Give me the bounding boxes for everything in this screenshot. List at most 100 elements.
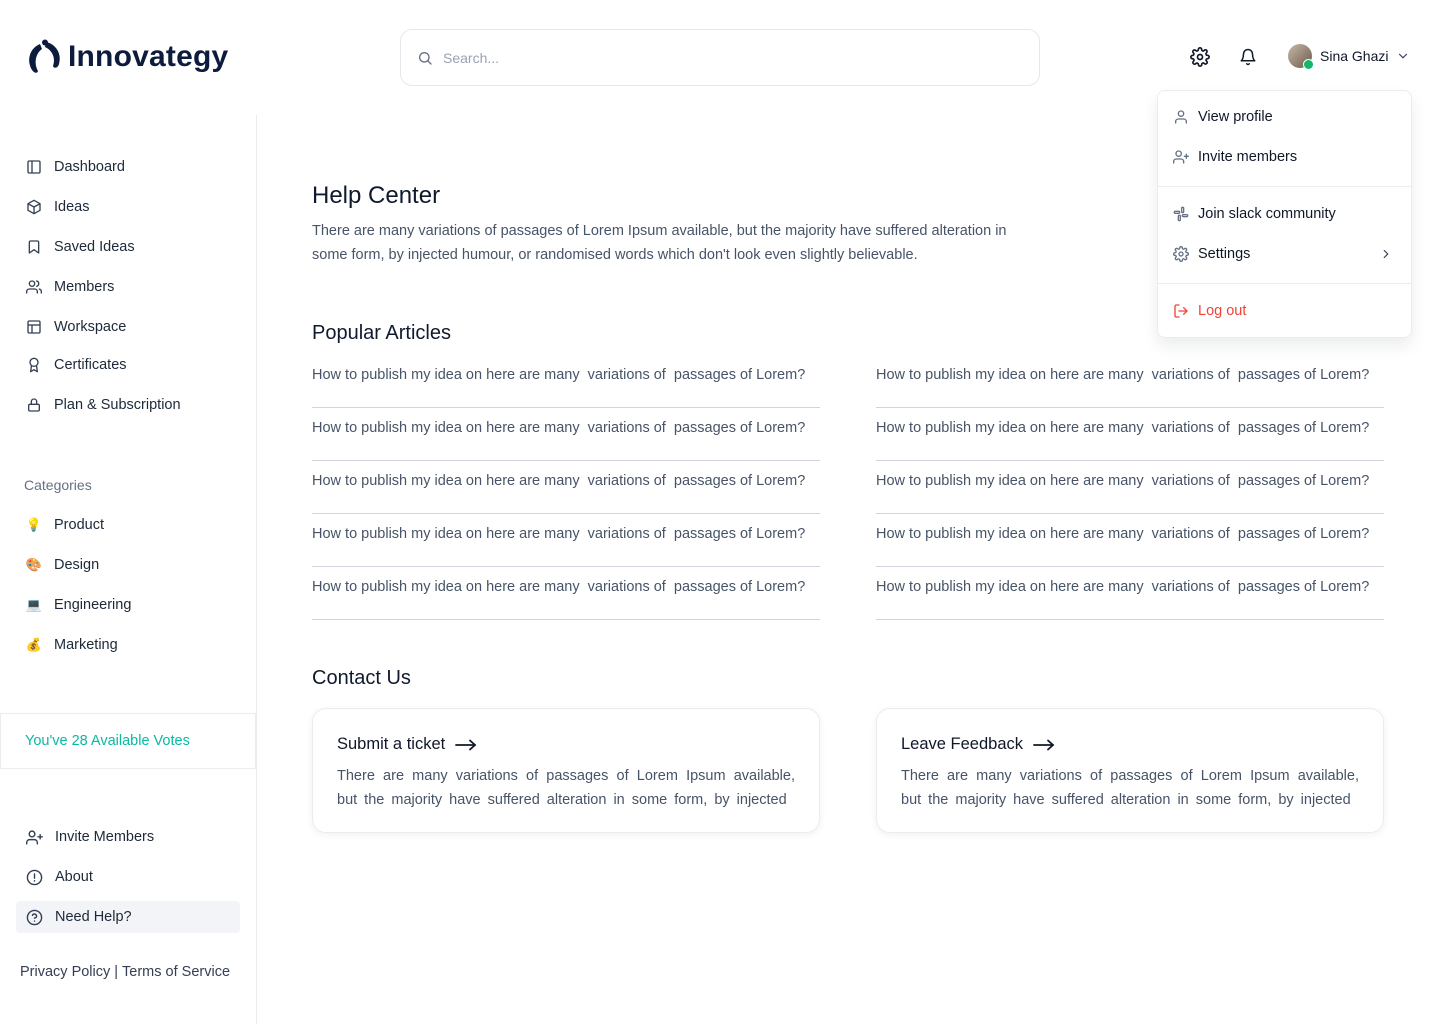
card-title-row: Leave Feedback [901,735,1359,754]
users-icon [26,280,42,294]
bookmark-icon [28,240,40,254]
menu-invite-members[interactable]: Invite members [1158,139,1411,175]
menu-item-label: Join slack community [1198,206,1336,222]
user-name: Sina Ghazi [1320,48,1389,64]
sidebar-item-invite-members[interactable]: Invite Members [16,821,240,853]
slack-icon [1173,206,1189,222]
legal-separator: | [114,964,119,980]
article-link[interactable]: How to publish my idea on here are many … [876,461,1384,514]
legal-links: Privacy Policy | Terms of Service [20,964,230,980]
card-body: There are many variations of passages of… [901,768,1359,808]
chevron-down-icon [1399,53,1408,59]
sidebar-item-about[interactable]: About [16,861,240,893]
category-label: Design [54,557,100,573]
logo-mark-icon [29,39,60,73]
category-label: Marketing [54,637,118,653]
menu-settings[interactable]: Settings [1158,236,1411,272]
menu-divider [1158,186,1411,187]
article-link[interactable]: How to publish my idea on here are many … [312,461,820,514]
arrow-right-icon [455,739,477,750]
notifications-button[interactable] [1237,46,1259,68]
lightbulb-icon: 💡 [25,517,43,532]
money-bag-icon: 💰 [25,637,43,652]
card-title-row: Submit a ticket [337,735,795,754]
laptop-icon: 💻 [25,597,43,612]
help-circle-icon [26,909,43,925]
menu-item-label: Invite members [1198,149,1298,165]
menu-item-label: Log out [1198,303,1247,319]
brand-logo[interactable]: Innovategy [26,38,228,76]
arrow-right-icon [1033,739,1055,750]
sidebar-item-members[interactable]: Members [16,271,240,303]
sidebar-item-label: Saved Ideas [54,239,135,255]
category-engineering[interactable]: 💻 Engineering [16,589,240,621]
sidebar-item-label: Dashboard [54,159,125,175]
layout-icon [27,320,41,334]
sidebar-item-label: Members [54,279,115,295]
search-input[interactable] [443,49,1039,66]
menu-divider [1158,283,1411,284]
sidebar-item-need-help[interactable]: Need Help? [16,901,240,933]
page-description: There are many variations of passages of… [312,223,1007,263]
gear-icon [1173,246,1189,262]
article-link[interactable]: How to publish my idea on here are many … [876,514,1384,567]
card-title: Leave Feedback [901,735,1024,753]
sidebar-item-workspace[interactable]: Workspace [16,311,240,343]
contact-us-heading: Contact Us [312,667,411,689]
article-link[interactable]: How to publish my idea on here are many … [876,567,1384,620]
chevron-right-icon [1383,249,1389,259]
sidebar-item-label: Need Help? [55,909,132,925]
award-icon [29,357,39,373]
user-dropdown-menu: View profile Invite members Join slack c… [1157,90,1412,338]
sidebar-item-label: About [55,869,93,885]
menu-item-label: View profile [1198,109,1273,125]
page-title: Help Center [312,182,441,209]
sidebar: Dashboard Ideas Saved Ideas Members Work… [0,115,257,1024]
category-marketing[interactable]: 💰 Marketing [16,629,240,661]
lock-icon [28,398,40,412]
privacy-policy-link[interactable]: Privacy Policy [20,964,110,980]
menu-log-out[interactable]: Log out [1158,293,1411,329]
article-link[interactable]: How to publish my idea on here are many … [312,514,820,567]
user-plus-icon [26,829,43,845]
search-icon [419,51,432,65]
card-body: There are many variations of passages of… [337,768,795,808]
sidebar-item-ideas[interactable]: Ideas [16,191,240,223]
article-link[interactable]: How to publish my idea on here are many … [876,355,1384,408]
sidebar-item-label: Plan & Subscription [54,397,181,413]
sidebar-item-certificates[interactable]: Certificates [16,349,240,381]
info-circle-icon [26,869,43,885]
menu-item-label: Settings [1198,246,1251,262]
articles-list-left: How to publish my idea on here are many … [312,355,820,620]
cube-icon [27,199,41,215]
article-link[interactable]: How to publish my idea on here are many … [312,355,820,408]
sidebar-layout-icon [27,160,41,174]
gear-icon [1190,47,1210,67]
category-label: Engineering [54,597,132,613]
article-link[interactable]: How to publish my idea on here are many … [312,408,820,461]
category-label: Product [54,517,104,533]
card-title: Submit a ticket [337,735,446,753]
user-menu-trigger[interactable]: Sina Ghazi [1288,44,1410,70]
sidebar-item-dashboard[interactable]: Dashboard [16,151,240,183]
logout-icon [1174,304,1188,318]
user-plus-icon [1173,150,1189,164]
user-icon [1175,110,1187,124]
menu-view-profile[interactable]: View profile [1158,99,1411,135]
available-votes-banner: You've 28 Available Votes [0,713,256,769]
terms-of-service-link[interactable]: Terms of Service [122,964,230,980]
leave-feedback-card[interactable]: Leave Feedback There are many variations… [876,708,1384,833]
sidebar-item-plan-subscription[interactable]: Plan & Subscription [16,389,240,421]
menu-join-slack[interactable]: Join slack community [1158,196,1411,232]
bell-icon [1240,48,1256,66]
submit-ticket-card[interactable]: Submit a ticket There are many variation… [312,708,820,833]
sidebar-item-saved-ideas[interactable]: Saved Ideas [16,231,240,263]
search-bar[interactable] [400,29,1040,86]
palette-icon: 🎨 [25,557,43,572]
category-product[interactable]: 💡 Product [16,509,240,541]
settings-button[interactable] [1189,46,1211,68]
article-link[interactable]: How to publish my idea on here are many … [312,567,820,620]
popular-articles-heading: Popular Articles [312,322,451,344]
article-link[interactable]: How to publish my idea on here are many … [876,408,1384,461]
category-design[interactable]: 🎨 Design [16,549,240,581]
